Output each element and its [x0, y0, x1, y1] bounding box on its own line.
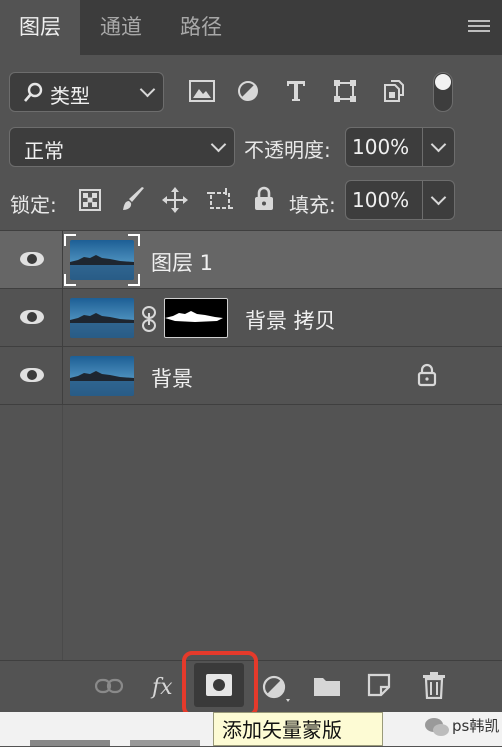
wechat-logo-icon: [425, 718, 449, 736]
layer-row[interactable]: 图层 1: [0, 231, 502, 289]
visibility-toggle[interactable]: [0, 289, 63, 347]
tab-paths[interactable]: 路径: [162, 0, 240, 55]
search-icon: [24, 82, 43, 102]
panel-tab-bar: 图层 通道 路径: [0, 0, 502, 55]
layer-thumbnail: [70, 356, 134, 396]
layer-lock-icon: [417, 363, 437, 387]
filter-kind-label: 类型: [50, 84, 90, 108]
new-adjustment-layer-icon[interactable]: [262, 674, 290, 702]
filter-toggle-switch[interactable]: [433, 72, 453, 112]
pixel-layer-filter-icon[interactable]: [189, 80, 215, 102]
new-layer-icon[interactable]: [367, 673, 391, 697]
filter-kind-dropdown[interactable]: 类型: [9, 72, 164, 112]
opacity-field[interactable]: 100%: [345, 127, 455, 167]
chevron-down-icon: [139, 81, 156, 98]
divider: [422, 181, 423, 219]
tab-channels[interactable]: 通道: [82, 0, 160, 55]
fill-field[interactable]: 100%: [345, 180, 455, 220]
thumbnail-selection-frame: [64, 234, 140, 286]
chevron-down-icon: [430, 189, 447, 206]
layer-row[interactable]: 背景: [0, 347, 502, 405]
lock-transparent-pixels-icon[interactable]: [79, 189, 101, 211]
lock-image-pixels-brush-icon[interactable]: [120, 186, 146, 214]
chevron-down-icon: [210, 136, 227, 153]
divider: [422, 128, 423, 166]
layer-name[interactable]: 图层 1: [151, 247, 213, 277]
panel-menu-icon[interactable]: [468, 20, 490, 34]
watermark-text: ps韩凯: [452, 717, 500, 735]
delete-layer-trash-icon[interactable]: [422, 671, 446, 699]
eye-icon: [20, 252, 44, 266]
lock-label: 锁定:: [10, 193, 57, 217]
type-layer-filter-icon[interactable]: [285, 79, 307, 103]
svg-text:fx: fx: [150, 675, 173, 699]
blend-mode-dropdown[interactable]: 正常: [9, 127, 235, 167]
tab-layers[interactable]: 图层: [0, 0, 80, 55]
layer-thumbnail: [70, 298, 134, 338]
background-thumbnail: [30, 740, 110, 746]
opacity-label: 不透明度:: [244, 138, 331, 162]
layer-style-fx-icon[interactable]: fx: [150, 673, 178, 699]
new-group-folder-icon[interactable]: [313, 675, 341, 697]
smart-object-filter-icon[interactable]: [383, 79, 405, 103]
link-layers-icon[interactable]: [95, 677, 123, 695]
opacity-value: 100%: [352, 135, 410, 159]
visibility-toggle[interactable]: [0, 347, 63, 405]
shape-layer-filter-icon[interactable]: [333, 79, 357, 103]
fill-label: 填充:: [289, 193, 336, 217]
add-mask-button[interactable]: [194, 663, 244, 707]
layer-name[interactable]: 背景 拷贝: [245, 305, 336, 335]
mask-icon: [206, 674, 232, 696]
blend-mode-value: 正常: [24, 139, 64, 163]
mask-link-chain-icon[interactable]: [140, 305, 158, 333]
layer-name[interactable]: 背景: [151, 363, 193, 393]
toggle-knob: [435, 74, 451, 90]
eye-icon: [20, 368, 44, 382]
layers-bottom-toolbar: fx: [0, 651, 502, 717]
chevron-down-icon: [430, 136, 447, 153]
tooltip: 添加矢量蒙版: [213, 712, 383, 746]
fill-value: 100%: [352, 188, 410, 212]
visibility-toggle[interactable]: [0, 231, 63, 289]
adjustment-layer-filter-icon[interactable]: [237, 80, 259, 102]
lock-all-icon[interactable]: [253, 186, 275, 212]
eye-icon: [20, 310, 44, 324]
lock-artboard-icon[interactable]: [206, 187, 234, 213]
background-thumbnail: [130, 740, 200, 746]
divider: [62, 405, 63, 660]
layer-mask-thumbnail[interactable]: [164, 298, 228, 338]
layer-row[interactable]: 背景 拷贝: [0, 289, 502, 347]
lock-position-move-icon[interactable]: [162, 187, 188, 213]
